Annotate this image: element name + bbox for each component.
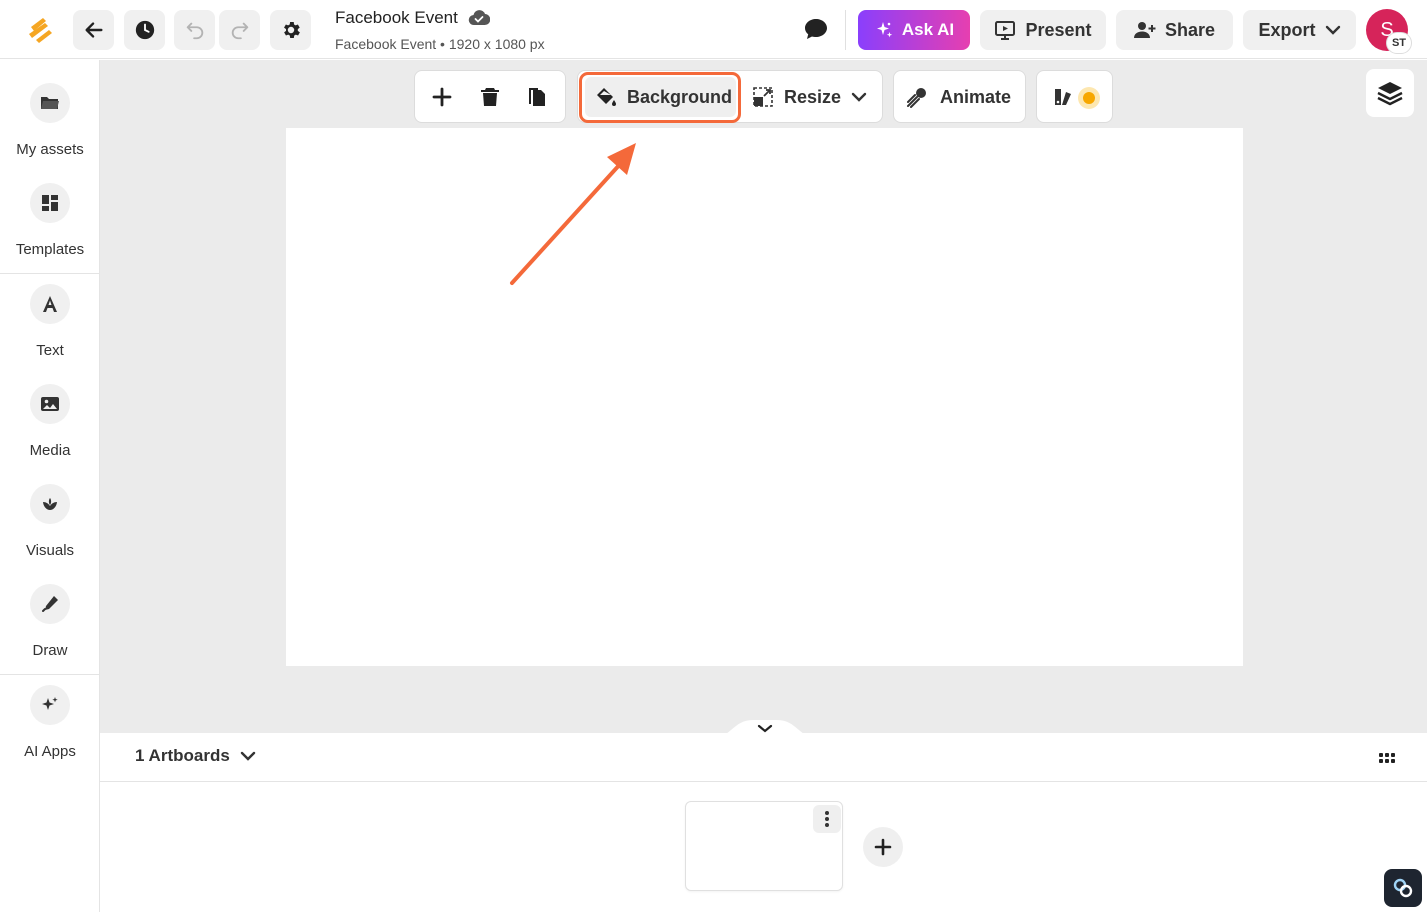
sparkle-icon	[42, 697, 58, 710]
layers-button[interactable]	[1366, 69, 1414, 117]
grid-view-icon[interactable]	[1378, 749, 1396, 767]
sidebar-item-my-assets[interactable]: My assets	[0, 83, 100, 175]
sidebar-icon-wrap	[30, 384, 70, 424]
artboards-dropdown[interactable]: 1 Artboards	[135, 746, 256, 766]
undo-icon	[186, 22, 203, 40]
comment-icon[interactable]	[803, 17, 829, 41]
trash-icon[interactable]	[478, 85, 502, 109]
sidebar-item-label: AI Apps	[24, 743, 76, 760]
document-title[interactable]: Facebook Event	[335, 8, 490, 28]
document-title-text: Facebook Event	[335, 8, 458, 27]
sidebar-item-templates[interactable]: Templates	[0, 183, 100, 275]
sidebar-item-label: Visuals	[25, 542, 75, 559]
export-button[interactable]: Export	[1243, 10, 1356, 50]
element-actions-group	[414, 70, 566, 123]
sidebar-item-media[interactable]: Media	[0, 384, 100, 476]
artboards-panel: 1 Artboards	[100, 733, 1427, 912]
sidebar-item-label: Media	[29, 442, 71, 459]
add-artboard-button[interactable]	[863, 827, 903, 867]
paint-bucket-icon	[597, 88, 616, 106]
sidebar-item-text[interactable]: Text	[0, 284, 100, 376]
left-sidebar: My assets Templates Text Media Visuals D…	[0, 60, 100, 912]
chevron-down-icon	[851, 92, 867, 102]
resize-label: Resize	[784, 86, 842, 107]
back-button[interactable]	[73, 10, 114, 50]
animate-button[interactable]: Animate	[906, 77, 1011, 117]
chevron-down-icon	[240, 751, 255, 761]
undo-button[interactable]	[174, 10, 215, 50]
sidebar-divider	[0, 273, 99, 274]
top-bar: Facebook Event Facebook Event • 1920 x 1…	[0, 0, 1427, 59]
canvas-area[interactable]: Background Resize Animate	[100, 60, 1427, 733]
settings-button[interactable]	[270, 10, 311, 50]
present-icon	[995, 21, 1016, 40]
sidebar-icon-wrap	[30, 83, 70, 123]
sidebar-item-label: Text	[36, 342, 64, 359]
sidebar-item-label: My assets	[16, 141, 84, 158]
history-button[interactable]	[124, 10, 165, 50]
share-button[interactable]: Share	[1116, 10, 1233, 50]
gear-icon	[283, 22, 300, 38]
sidebar-item-label: Draw	[32, 642, 68, 659]
resize-icon	[753, 87, 773, 107]
sidebar-icon-wrap	[30, 183, 70, 223]
chevron-down-icon	[1325, 25, 1340, 35]
sidebar-item-ai-apps[interactable]: AI Apps	[0, 685, 100, 777]
sidebar-icon-wrap	[30, 685, 70, 725]
toolbar-divider	[845, 10, 846, 50]
export-label: Export	[1258, 19, 1316, 40]
visuals-icon	[43, 498, 57, 510]
duplicate-icon[interactable]	[525, 85, 549, 109]
more-vertical-icon	[825, 811, 829, 827]
animate-icon	[907, 88, 926, 108]
help-widget-button[interactable]	[1384, 869, 1422, 907]
color-palette-group[interactable]	[1036, 70, 1113, 123]
sidebar-item-label: Templates	[15, 241, 85, 258]
animate-label: Animate	[940, 86, 1012, 107]
color-swatch-icon	[1078, 87, 1100, 109]
artboard-canvas[interactable]	[286, 128, 1243, 666]
templates-icon	[42, 195, 58, 211]
present-button[interactable]: Present	[980, 10, 1106, 50]
add-user-icon	[1133, 22, 1156, 38]
cloud-saved-icon	[468, 10, 490, 26]
resize-button[interactable]: Resize	[752, 77, 867, 117]
sidebar-divider	[0, 674, 99, 675]
artboards-count-label: 1 Artboards	[135, 746, 230, 765]
background-label: Background	[627, 86, 733, 107]
layers-icon	[1377, 82, 1403, 106]
sparkle-icon	[876, 22, 893, 38]
text-icon	[43, 296, 57, 312]
pen-icon	[42, 596, 58, 612]
background-button[interactable]: Background	[585, 77, 736, 117]
link-icon	[1393, 878, 1413, 898]
artboard-menu-button[interactable]	[813, 805, 841, 833]
present-label: Present	[1025, 19, 1092, 40]
artboards-panel-header: 1 Artboards	[100, 733, 1427, 782]
sidebar-icon-wrap	[30, 284, 70, 324]
share-label: Share	[1164, 19, 1216, 40]
redo-icon	[231, 22, 248, 40]
sidebar-item-visuals[interactable]: Visuals	[0, 484, 100, 576]
plus-icon	[874, 838, 892, 856]
avatar-badge: ST	[1386, 32, 1412, 54]
color-palette-icon	[1055, 89, 1071, 105]
arrow-left-icon	[84, 22, 103, 38]
app-logo-icon[interactable]	[26, 15, 56, 45]
sidebar-item-draw[interactable]: Draw	[0, 584, 100, 676]
sidebar-icon-wrap	[30, 584, 70, 624]
ask-ai-label: Ask AI	[901, 20, 955, 39]
sidebar-icon-wrap	[30, 484, 70, 524]
plus-icon[interactable]	[430, 85, 454, 109]
folder-icon	[41, 97, 59, 109]
document-subtitle: Facebook Event • 1920 x 1080 px	[335, 36, 545, 52]
redo-button[interactable]	[219, 10, 260, 50]
image-icon	[41, 397, 59, 411]
ask-ai-button[interactable]: Ask AI	[858, 10, 970, 50]
clock-icon	[135, 20, 154, 40]
